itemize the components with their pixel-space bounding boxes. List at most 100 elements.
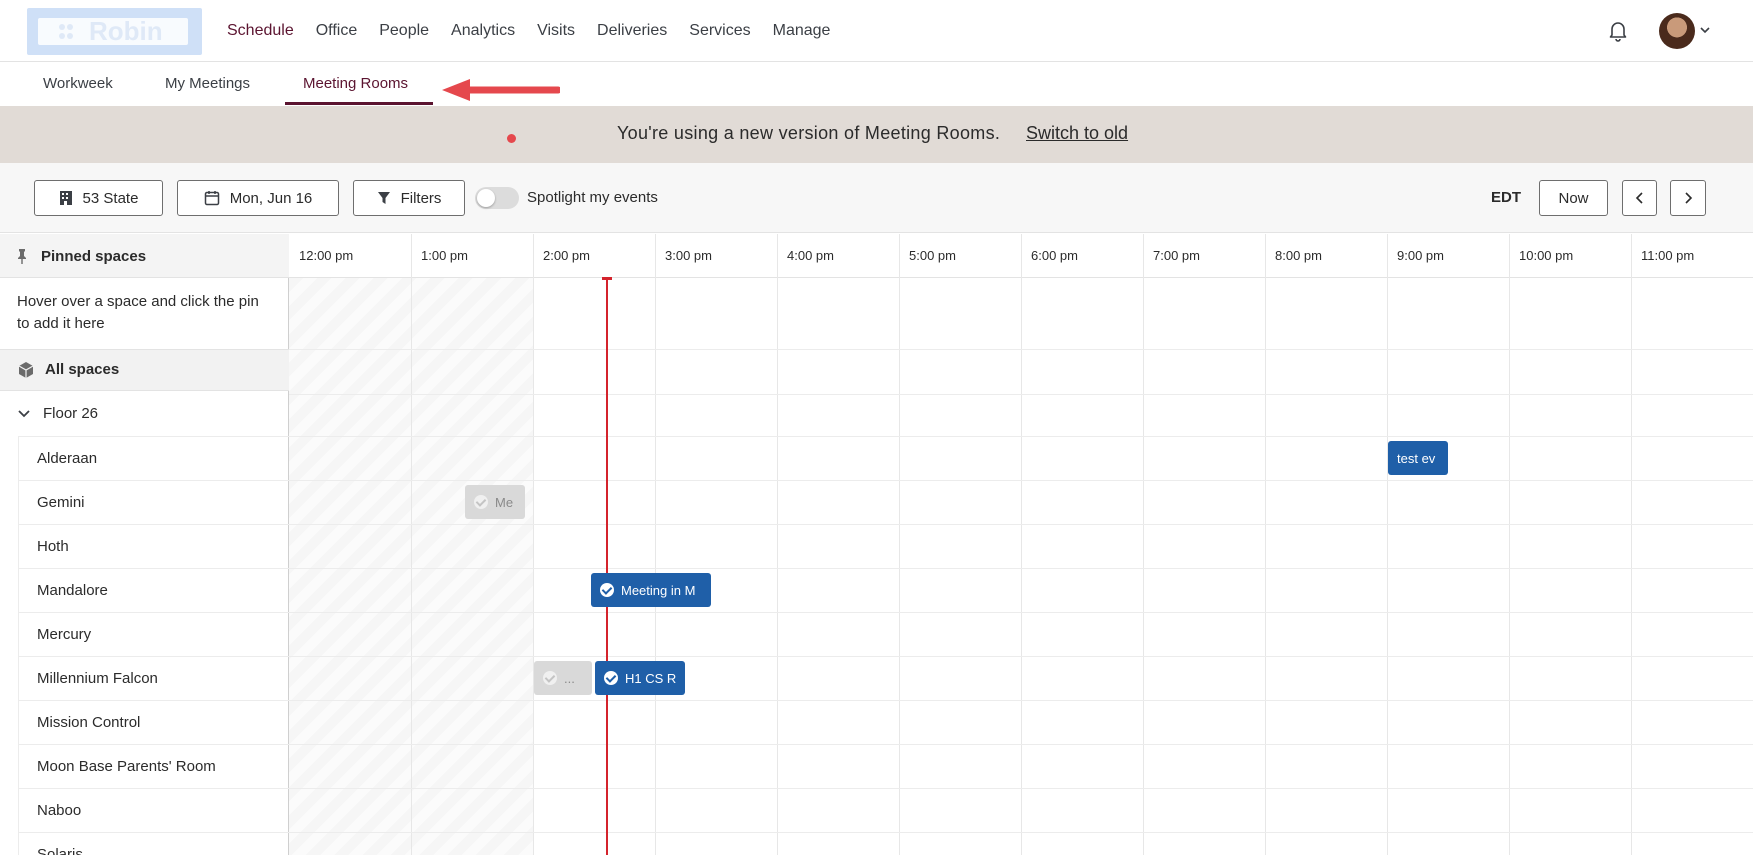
pinned-hint: Hover over a space and click the pin to …	[17, 293, 259, 332]
active-tab-indicator	[285, 102, 433, 105]
switch-to-old-link[interactable]: Switch to old	[1026, 123, 1128, 144]
room-name: Mercury	[37, 626, 92, 643]
notification-bell-icon[interactable]	[1606, 18, 1630, 42]
event-title: Me	[495, 494, 514, 510]
hour-label: 3:00 pm	[665, 248, 712, 263]
nav-manage[interactable]: Manage	[773, 22, 831, 40]
hour-gridline	[1143, 234, 1144, 855]
check-circle-icon	[604, 671, 618, 685]
nav-analytics[interactable]: Analytics	[451, 22, 515, 40]
filters-button[interactable]: Filters	[353, 180, 465, 216]
event-block[interactable]: H1 CS R	[595, 661, 685, 695]
row-gridline	[289, 349, 1753, 350]
hour-label: 4:00 pm	[787, 248, 834, 263]
row-gridline	[289, 394, 1753, 395]
room-row[interactable]: Solaris	[18, 832, 289, 855]
annotation-arrow-icon	[442, 79, 560, 101]
event-block[interactable]: Meeting in M	[591, 573, 711, 607]
row-gridline	[289, 612, 1753, 613]
room-row[interactable]: Mandalore	[18, 568, 289, 612]
nav-schedule[interactable]: Schedule	[227, 22, 294, 40]
hour-label: 12:00 pm	[299, 248, 354, 263]
row-gridline	[289, 788, 1753, 789]
room-row[interactable]: Millennium Falcon	[18, 656, 289, 700]
event-block[interactable]: ...	[534, 661, 592, 695]
tab-my-meetings[interactable]: My Meetings	[165, 75, 250, 92]
hour-label: 11:00 pm	[1641, 248, 1695, 263]
nav-people[interactable]: People	[379, 22, 429, 40]
spotlight-label: Spotlight my events	[527, 189, 658, 206]
main-nav: Schedule Office People Analytics Visits …	[227, 0, 852, 62]
room-name: Mandalore	[37, 582, 108, 599]
date-label: Mon, Jun 16	[229, 189, 313, 207]
room-row[interactable]: Alderaan	[18, 436, 289, 480]
hour-gridline	[1387, 234, 1388, 855]
room-name: Millennium Falcon	[37, 670, 158, 687]
building-icon	[59, 191, 72, 205]
now-label: Now	[1558, 189, 1589, 207]
row-gridline	[289, 436, 1753, 437]
robin-logo[interactable]: Robin	[27, 8, 202, 55]
hour-gridline	[899, 234, 900, 855]
tab-workweek[interactable]: Workweek	[43, 75, 113, 92]
logo-text: Robin	[89, 16, 163, 46]
hour-gridline	[1631, 234, 1632, 855]
row-gridline	[289, 832, 1753, 833]
banner-message: You're using a new version of Meeting Ro…	[617, 123, 1001, 143]
nav-deliveries[interactable]: Deliveries	[597, 22, 667, 40]
calendar-icon	[204, 191, 219, 206]
now-button[interactable]: Now	[1539, 180, 1608, 216]
hour-label: 1:00 pm	[421, 248, 468, 263]
room-row[interactable]: Moon Base Parents' Room	[18, 744, 289, 788]
hour-label: 10:00 pm	[1519, 248, 1574, 263]
location-button[interactable]: 53 State	[34, 180, 163, 216]
hour-gridline	[1265, 234, 1266, 855]
event-title: test ev	[1397, 450, 1436, 466]
row-gridline	[289, 656, 1753, 657]
nav-office[interactable]: Office	[316, 22, 358, 40]
robin-logo-icon	[59, 24, 73, 39]
chevron-down-icon[interactable]	[1699, 24, 1711, 36]
hour-gridline	[411, 234, 412, 855]
event-title: H1 CS R	[625, 670, 677, 686]
room-name: Hoth	[37, 538, 69, 555]
nav-services[interactable]: Services	[689, 22, 750, 40]
filters-label: Filters	[400, 189, 442, 207]
hour-gridline	[655, 234, 656, 855]
banner-dot	[507, 134, 516, 143]
room-row[interactable]: Gemini	[18, 480, 289, 524]
location-label: 53 State	[82, 189, 139, 207]
next-day-button[interactable]	[1670, 180, 1706, 216]
hour-gridline	[1021, 234, 1022, 855]
check-circle-icon	[474, 495, 488, 509]
previous-day-button[interactable]	[1622, 180, 1657, 216]
row-gridline	[289, 524, 1753, 525]
event-title: ...	[564, 670, 575, 686]
hour-label: 8:00 pm	[1275, 248, 1322, 263]
event-block[interactable]: test ev	[1388, 441, 1448, 475]
room-name: Mission Control	[37, 714, 141, 731]
room-name: Alderaan	[37, 450, 98, 467]
event-block[interactable]: Me	[465, 485, 525, 519]
room-row[interactable]: Hoth	[18, 524, 289, 568]
user-avatar[interactable]	[1659, 13, 1695, 49]
room-name: Gemini	[37, 494, 85, 511]
chevron-down-icon[interactable]	[17, 407, 31, 421]
room-row[interactable]: Mercury	[18, 612, 289, 656]
tab-meeting-rooms[interactable]: Meeting Rooms	[303, 75, 408, 92]
nav-visits[interactable]: Visits	[537, 22, 575, 40]
cube-icon	[18, 362, 34, 378]
room-row[interactable]: Mission Control	[18, 700, 289, 744]
all-spaces-label: All spaces	[45, 361, 120, 378]
floor-group-label[interactable]: Floor 26	[43, 405, 98, 422]
timezone-label: EDT	[1491, 189, 1521, 206]
room-name: Naboo	[37, 802, 82, 819]
room-row[interactable]: Naboo	[18, 788, 289, 832]
date-picker-button[interactable]: Mon, Jun 16	[177, 180, 339, 216]
hour-label: 7:00 pm	[1153, 248, 1200, 263]
hour-label: 9:00 pm	[1397, 248, 1444, 263]
hour-gridline	[1509, 234, 1510, 855]
spotlight-toggle[interactable]	[475, 187, 519, 209]
all-spaces-header	[0, 349, 289, 391]
hour-label: 2:00 pm	[543, 248, 590, 263]
